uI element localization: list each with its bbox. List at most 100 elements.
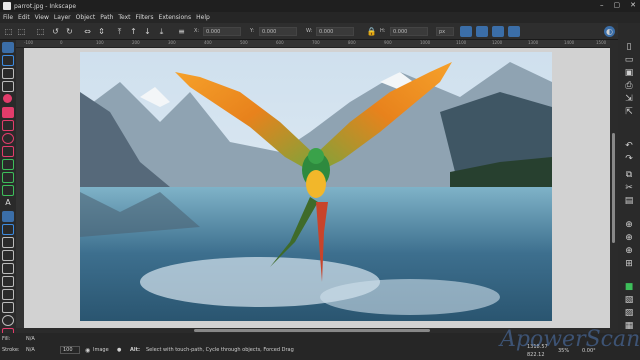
inkscape-logo-icon — [3, 2, 11, 10]
horizontal-scroll-thumb[interactable] — [194, 329, 430, 332]
zoom-selection-icon[interactable]: ⊕ — [623, 219, 635, 230]
menu-layer[interactable]: Layer — [54, 14, 71, 21]
align-icon[interactable]: ≡ — [176, 26, 187, 37]
ruler-tick: 800 — [348, 40, 356, 45]
open-file-icon[interactable]: ▭ — [623, 54, 635, 65]
snap-toggle-icon[interactable]: ◐ — [604, 26, 615, 37]
measure-tool-icon[interactable] — [2, 302, 14, 313]
w-label: W: — [306, 28, 313, 34]
tweak-tool-icon[interactable] — [2, 68, 14, 79]
lower-to-bottom-icon[interactable]: ⤓ — [156, 26, 167, 37]
menu-edit[interactable]: Edit — [18, 14, 30, 21]
eraser-tool-icon[interactable] — [2, 263, 14, 274]
connector-tool-icon[interactable] — [2, 289, 14, 300]
menu-filters[interactable]: Filters — [136, 14, 154, 21]
pages-tool-icon[interactable] — [2, 315, 14, 326]
scale-stroke-toggle[interactable] — [460, 26, 472, 37]
ruler-tick: 400 — [204, 40, 212, 45]
star-tool-icon[interactable] — [2, 146, 14, 157]
node-tool-icon[interactable] — [2, 55, 14, 66]
ruler-tick: 100 — [96, 40, 104, 45]
ruler-tick: 1000 — [420, 40, 431, 45]
flip-vertical-icon[interactable]: ⇕ — [96, 26, 107, 37]
unlink-clone-icon[interactable]: ▨ — [623, 307, 635, 318]
copy-icon[interactable]: ⧉ — [623, 169, 635, 180]
print-icon[interactable]: ⎙ — [623, 80, 635, 91]
raise-icon[interactable]: ↑ — [128, 26, 139, 37]
menu-text[interactable]: Text — [118, 14, 130, 21]
opacity-field[interactable]: 100 — [60, 346, 80, 354]
close-icon[interactable]: ✕ — [630, 1, 636, 9]
zoom-drawing-icon[interactable]: ⊕ — [623, 232, 635, 243]
move-gradients-toggle[interactable] — [492, 26, 504, 37]
canvas[interactable] — [24, 48, 610, 328]
export-icon[interactable]: ⇱ — [623, 106, 635, 117]
select-all-icon[interactable]: ⬚ — [3, 26, 14, 37]
ruler-tick: 0 — [60, 40, 63, 45]
lock-layer-icon[interactable]: ● — [117, 347, 121, 353]
menu-view[interactable]: View — [35, 14, 49, 21]
duplicate-icon[interactable]: ■ — [623, 281, 635, 292]
redo-icon[interactable]: ↷ — [623, 153, 635, 164]
text-tool-icon[interactable]: A — [2, 198, 14, 209]
y-field[interactable]: 0.000 — [259, 27, 297, 36]
menu-extensions[interactable]: Extensions — [159, 14, 192, 21]
fill-label: Fill: — [2, 336, 11, 342]
import-icon[interactable]: ⇲ — [623, 93, 635, 104]
scale-corners-toggle[interactable] — [476, 26, 488, 37]
ruler-tick: 1300 — [528, 40, 539, 45]
zoom-tool-icon[interactable] — [2, 81, 14, 92]
unit-select[interactable]: px — [436, 27, 454, 36]
menu-object[interactable]: Object — [76, 14, 96, 21]
ellipse-tool-icon[interactable] — [3, 94, 12, 103]
flip-horizontal-icon[interactable]: ⇔ — [82, 26, 93, 37]
watermark: ApowerScan — [500, 327, 640, 352]
rotate-ccw-icon[interactable]: ↺ — [50, 26, 61, 37]
height-field[interactable]: 0.000 — [390, 27, 428, 36]
vertical-scroll-thumb[interactable] — [612, 133, 615, 243]
deselect-icon[interactable]: ⬚ — [35, 26, 46, 37]
cut-icon[interactable]: ✂ — [623, 182, 635, 193]
ruler-tick: -100 — [24, 40, 34, 45]
window-title: parrot.jpg - Inkscape — [14, 2, 77, 10]
zoom-page-icon[interactable]: ⊕ — [623, 245, 635, 256]
menu-help[interactable]: Help — [196, 14, 210, 21]
save-icon[interactable]: ▣ — [623, 67, 635, 78]
3d-box-tool-icon[interactable] — [2, 120, 14, 131]
gradient-tool-icon[interactable] — [2, 211, 14, 222]
pen-tool-icon[interactable] — [2, 159, 14, 170]
menu-path[interactable]: Path — [100, 14, 113, 21]
rotate-cw-icon[interactable]: ↻ — [64, 26, 75, 37]
selector-tool-icon[interactable] — [2, 42, 14, 53]
move-patterns-toggle[interactable] — [508, 26, 520, 37]
status-message: Select with touch-path, Cycle through ob… — [146, 347, 294, 353]
width-field[interactable]: 0.000 — [316, 27, 354, 36]
zoom-page-width-icon[interactable]: ⊞ — [623, 258, 635, 269]
cursor-y: 822.12 — [527, 352, 545, 358]
spray-tool-icon[interactable] — [2, 276, 14, 287]
raise-to-top-icon[interactable]: ⤒ — [114, 26, 125, 37]
paste-icon[interactable]: ▤ — [623, 195, 635, 206]
lower-icon[interactable]: ↓ — [142, 26, 153, 37]
pencil-tool-icon[interactable] — [2, 172, 14, 183]
undo-icon[interactable]: ↶ — [623, 140, 635, 151]
mesh-tool-icon[interactable] — [2, 224, 14, 235]
parrot-image[interactable] — [80, 52, 552, 321]
minimize-icon[interactable]: – — [600, 1, 604, 9]
calligraphy-tool-icon[interactable] — [2, 185, 14, 196]
select-all-layers-icon[interactable]: ⬚ — [16, 26, 27, 37]
paint-bucket-tool-icon[interactable] — [2, 250, 14, 261]
rectangle-tool-icon[interactable] — [2, 107, 14, 118]
clone-icon[interactable]: ▧ — [623, 294, 635, 305]
vertical-scrollbar[interactable] — [610, 48, 618, 333]
layer-selector[interactable]: Image — [93, 347, 109, 353]
tool-controls-bar: ⬚ ⬚ ⬚ ↺ ↻ ⇔ ⇕ ⤒ ↑ ↓ ⤓ ≡ X: 0.000 Y: 0.00… — [0, 23, 640, 40]
maximize-icon[interactable]: ▢ — [614, 1, 621, 9]
lock-icon[interactable]: 🔒 — [366, 26, 377, 37]
x-field[interactable]: 0.000 — [203, 27, 241, 36]
spiral-tool-icon[interactable] — [2, 133, 14, 144]
visibility-icon[interactable]: ◉ — [85, 347, 90, 354]
new-document-icon[interactable]: ▯ — [623, 41, 635, 52]
dropper-tool-icon[interactable] — [2, 237, 14, 248]
menu-file[interactable]: File — [3, 14, 13, 21]
